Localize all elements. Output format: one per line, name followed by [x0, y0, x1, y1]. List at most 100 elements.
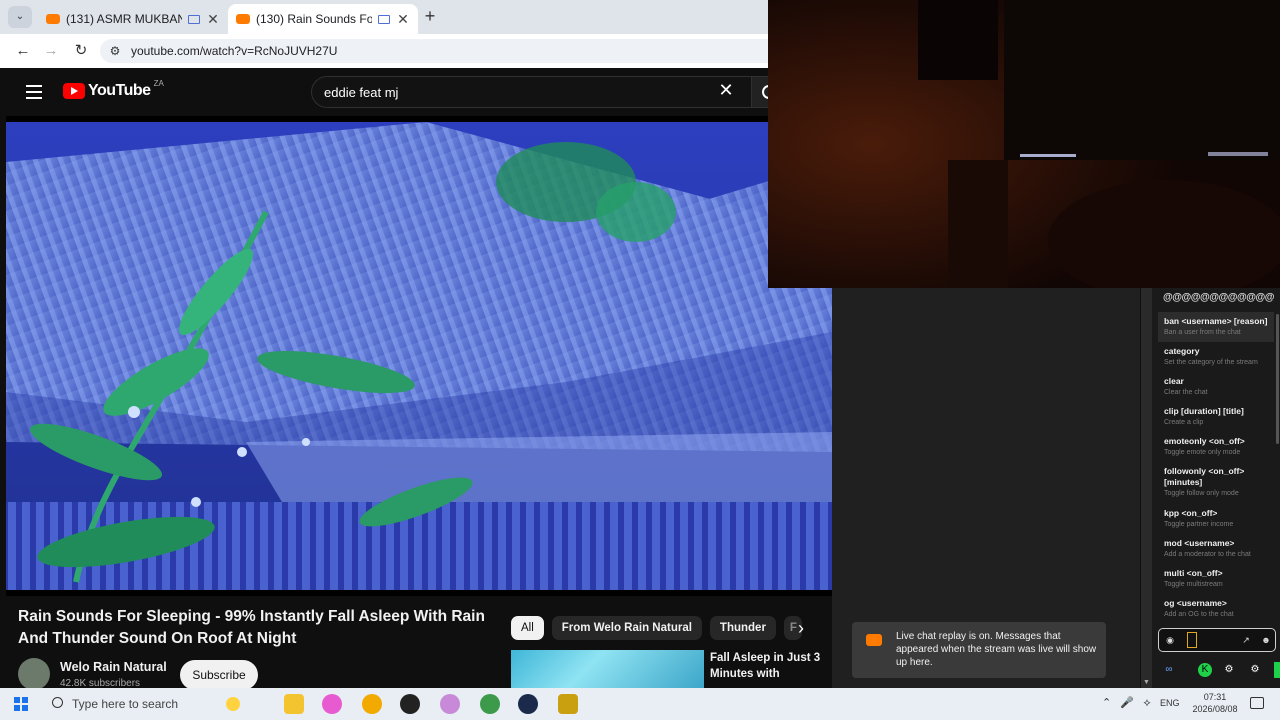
youtube-play-logo-icon: [63, 83, 85, 99]
show-hidden-icons-icon[interactable]: ⌃: [1102, 696, 1111, 709]
taskbar-clock[interactable]: 07:31 2026/08/08: [1192, 691, 1238, 715]
command-name: multi <on_off>: [1164, 568, 1223, 578]
command-name: category: [1164, 346, 1200, 356]
command-name: followonly <on_off> [minutes]: [1164, 466, 1245, 487]
video-title: Rain Sounds For Sleeping - 99% Instantly…: [18, 608, 485, 647]
chrome-profile-icon[interactable]: [480, 694, 500, 714]
chip-from-channel[interactable]: From Welo Rain Natural: [551, 616, 702, 640]
notification-center-icon[interactable]: [1250, 697, 1264, 709]
steam-icon[interactable]: [518, 694, 538, 714]
command-list-scrollbar[interactable]: [1276, 314, 1279, 444]
close-tab-icon[interactable]: ✕: [396, 11, 410, 28]
youtube-favicon-icon: [866, 634, 882, 646]
command-desc: Create a clip: [1164, 419, 1204, 426]
command-item-clip[interactable]: clip [duration] [title] Create a clip: [1158, 402, 1274, 432]
video-player[interactable]: [6, 116, 832, 596]
command-list: ban <username> [reason] Ban a user from …: [1158, 312, 1274, 624]
subscribe-button[interactable]: Subscribe: [180, 660, 258, 690]
taskbar-search-placeholder: Type here to search: [72, 697, 179, 711]
shortcut-icon[interactable]: ↗: [1241, 635, 1251, 645]
network-icon[interactable]: ⟡: [1140, 696, 1154, 710]
chrome-icon[interactable]: [362, 694, 382, 714]
new-tab-plus-icon[interactable]: +: [420, 6, 440, 26]
emote-icon[interactable]: ◉: [1165, 635, 1175, 645]
command-item-clear[interactable]: clear Clear the chat: [1158, 372, 1274, 402]
youtube-logo[interactable]: YouTube ZA: [63, 79, 164, 100]
chip-thunder[interactable]: Thunder: [709, 616, 776, 640]
extension-gear-icon[interactable]: ⚙: [1248, 663, 1262, 677]
site-info-icon[interactable]: ⚙: [108, 44, 122, 58]
tab-title: (130) Rain Sounds For Sleep: [256, 12, 372, 26]
command-item-og[interactable]: og <username> Add an OG to the chat: [1158, 594, 1274, 624]
recommended-thumbnail[interactable]: [511, 650, 704, 692]
search-input[interactable]: eddie feat mj: [311, 76, 751, 108]
command-name: clear: [1164, 376, 1184, 386]
settings-gear-icon[interactable]: ⚙: [1222, 663, 1236, 677]
browser-tab-asmr[interactable]: (131) ASMR MUKBANG | M ✕: [38, 4, 228, 34]
search-query: eddie feat mj: [324, 85, 399, 100]
send-indicator[interactable]: [1274, 662, 1280, 678]
back-arrow-icon[interactable]: ←: [14, 42, 32, 60]
clear-search-icon[interactable]: ✕: [716, 80, 736, 100]
photos-app-icon[interactable]: [322, 694, 342, 714]
command-desc: Clear the chat: [1164, 389, 1208, 396]
obs-studio-icon[interactable]: [400, 694, 420, 714]
reload-icon[interactable]: ↻: [72, 42, 90, 60]
youtube-favicon-icon: [236, 14, 250, 24]
command-item-mod[interactable]: mod <username> Add a moderator to the ch…: [1158, 534, 1274, 564]
command-desc: Toggle multistream: [1164, 581, 1223, 588]
scroll-down-arrow-icon[interactable]: ▼: [1143, 679, 1150, 686]
game-app-icon[interactable]: [558, 694, 578, 714]
k-badge-icon[interactable]: K: [1198, 663, 1212, 677]
command-desc: Toggle follow only mode: [1164, 490, 1239, 497]
command-item-followonly[interactable]: followonly <on_off> [minutes] Toggle fol…: [1158, 462, 1274, 504]
snipping-tool-icon[interactable]: [440, 694, 460, 714]
chat-replay-text: Live chat replay is on. Messages that ap…: [896, 631, 1097, 668]
microphone-icon[interactable]: 🎤: [1120, 696, 1134, 710]
close-tab-icon[interactable]: ✕: [206, 11, 220, 28]
hamburger-menu-icon[interactable]: [26, 85, 42, 99]
command-name: clip [duration] [title]: [1164, 406, 1244, 416]
loop-icon[interactable]: ∞: [1162, 663, 1176, 677]
chat-toolbar: ∞ K ⚙ ⚙: [1158, 660, 1280, 680]
tab-title: (131) ASMR MUKBANG | M: [66, 12, 182, 26]
chip-all[interactable]: All: [511, 616, 544, 640]
browser-tab-rain-sounds[interactable]: (130) Rain Sounds For Sleep ✕: [228, 4, 418, 34]
channel-avatar[interactable]: [18, 658, 50, 690]
command-item-multi[interactable]: multi <on_off> Toggle multistream: [1158, 564, 1274, 594]
command-desc: Toggle partner income: [1164, 521, 1234, 528]
clock-date: 2026/08/08: [1192, 704, 1238, 714]
recommended-title[interactable]: Fall Asleep in Just 3 Minutes with: [710, 650, 826, 682]
youtube-masthead: YouTube ZA eddie feat mj ✕: [6, 68, 832, 116]
command-item-kpp[interactable]: kpp <on_off> Toggle partner income: [1158, 504, 1274, 534]
webcam-overlay: [768, 0, 1280, 288]
taskbar-search[interactable]: Type here to search: [46, 694, 286, 714]
channel-name[interactable]: Welo Rain Natural: [60, 660, 167, 674]
casting-icon: [378, 14, 390, 24]
chat-scrollbar[interactable]: ▼: [1141, 288, 1152, 688]
command-item-category[interactable]: category Set the category of the stream: [1158, 342, 1274, 372]
command-item-ban[interactable]: ban <username> [reason] Ban a user from …: [1158, 312, 1274, 342]
command-desc: Ban a user from the chat: [1164, 329, 1241, 336]
live-chat-panel: Live chat replay is on. Messages that ap…: [832, 288, 1140, 688]
command-suggestions-panel: @@@@@@@@@@@@ ban <username> [reason] Ban…: [1152, 288, 1280, 688]
forward-arrow-icon[interactable]: →: [42, 42, 60, 60]
command-desc: Add an OG to the chat: [1164, 611, 1234, 618]
chevron-right-icon[interactable]: ›: [792, 618, 810, 638]
screen: ⌄ (131) ASMR MUKBANG | M ✕ (130) Rain So…: [0, 0, 1280, 720]
search-highlight-icon[interactable]: [226, 697, 240, 711]
command-name: ban <username> [reason]: [1164, 316, 1268, 326]
command-item-emoteonly[interactable]: emoteonly <on_off> Toggle emote only mod…: [1158, 432, 1274, 462]
rain-roof-video-image: [6, 122, 832, 590]
command-desc: Set the category of the stream: [1164, 359, 1258, 366]
smiley-icon[interactable]: ☻: [1261, 635, 1271, 645]
tab-search-chevron-icon[interactable]: ⌄: [8, 6, 32, 28]
windows-start-icon[interactable]: [14, 697, 28, 711]
file-explorer-icon[interactable]: [284, 694, 304, 714]
text-cursor: [1187, 632, 1197, 648]
language-indicator[interactable]: ENG: [1160, 698, 1180, 708]
chat-message-input[interactable]: ◉ ↗ ☻: [1158, 628, 1276, 652]
youtube-wordmark: YouTube: [88, 82, 151, 99]
command-name: mod <username>: [1164, 538, 1235, 548]
search-icon: [52, 697, 63, 708]
